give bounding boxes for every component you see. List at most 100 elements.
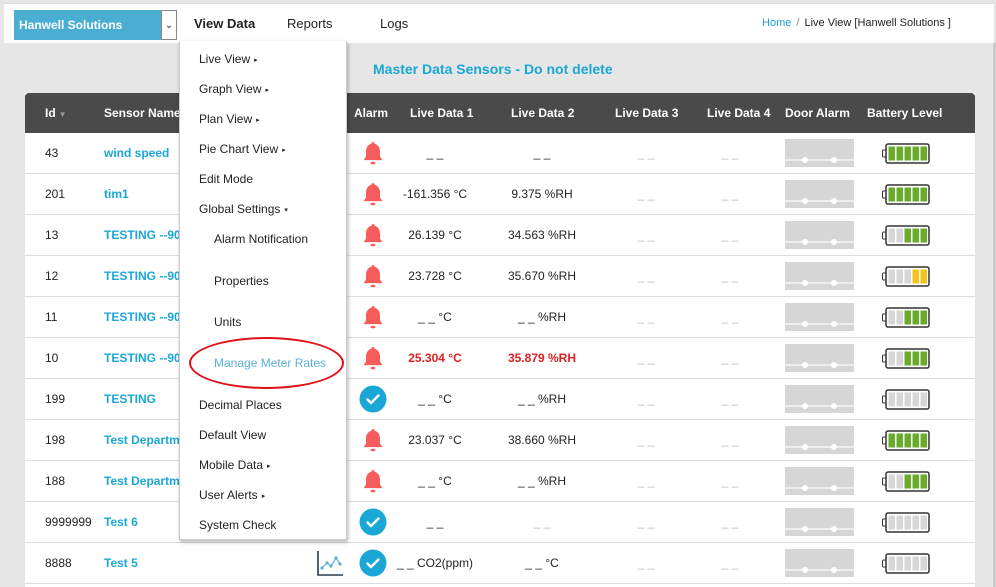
sensor-name-link[interactable]: TESTING --90 — [104, 269, 181, 283]
door-alarm-toggle[interactable] — [785, 344, 854, 372]
column-header-live-data-3[interactable]: Live Data 3 — [615, 106, 678, 120]
sensor-name-link[interactable]: Test 5 — [104, 556, 138, 570]
nav-logs[interactable]: Logs — [380, 16, 408, 31]
caret-right-icon: ▸ — [265, 86, 269, 94]
menu-item-alarm-notification[interactable]: Alarm Notification — [214, 232, 308, 246]
menu-item-user-alerts[interactable]: User Alerts ▸ — [199, 488, 265, 502]
door-alarm-toggle[interactable] — [785, 180, 854, 208]
breadcrumb-home[interactable]: Home — [762, 17, 791, 29]
table-row[interactable]: 43 wind speed _ _ _ _ _ _ _ _ — [25, 133, 975, 174]
sensor-name-link[interactable]: TESTING --90 — [104, 228, 181, 242]
door-alarm-toggle[interactable] — [785, 139, 854, 167]
column-header-live-data-1[interactable]: Live Data 1 — [410, 106, 473, 120]
menu-item-mobile-data[interactable]: Mobile Data ▸ — [199, 458, 271, 472]
table-row[interactable]: 188 Test Departm _ _ °C _ _ %RH _ _ _ _ — [25, 461, 975, 502]
table-row[interactable]: 9999999 Test 6 _ _ _ _ _ _ _ _ — [25, 502, 975, 543]
table-row[interactable]: 198 Test Departm 23.037 °C 38.660 %RH _ _ _ _ — [25, 420, 975, 461]
sensor-name-link[interactable]: TESTING — [104, 392, 156, 406]
door-alarm-toggle[interactable] — [785, 262, 854, 290]
battery-segment — [912, 474, 919, 489]
battery-icon — [882, 553, 930, 574]
sensor-id: 13 — [45, 228, 59, 242]
menu-item-label: Live View — [199, 52, 251, 66]
sensor-name-link[interactable]: Test 6 — [104, 515, 138, 529]
column-header-live-data-4[interactable]: Live Data 4 — [707, 106, 770, 120]
sensor-name-link[interactable]: TESTING --90 — [104, 310, 181, 324]
live-data-4: _ _ — [721, 146, 739, 160]
ok-check-icon[interactable] — [359, 508, 387, 536]
battery-segment — [920, 556, 927, 571]
sensor-name-link[interactable]: wind speed — [104, 146, 169, 160]
alarm-bell-icon[interactable] — [359, 262, 387, 290]
sensor-name-link[interactable]: Test Departm — [104, 433, 180, 447]
sensor-id: 199 — [45, 392, 66, 406]
live-data-2: 38.660 %RH — [507, 433, 577, 447]
door-alarm-toggle[interactable] — [785, 385, 854, 413]
door-alarm-toggle[interactable] — [785, 303, 854, 331]
door-alarm-toggle[interactable] — [785, 508, 854, 536]
menu-item-decimal-places[interactable]: Decimal Places — [199, 398, 282, 412]
live-data-4: _ _ — [721, 310, 739, 324]
menu-item-label: Alarm Notification — [214, 232, 309, 246]
door-alarm-toggle[interactable] — [785, 467, 854, 495]
door-alarm-toggle[interactable] — [785, 549, 854, 577]
graph-icon[interactable] — [315, 548, 345, 578]
table-row[interactable]: 12 TESTING --90 23.728 °C 35.670 %RH _ _ _ _ — [25, 256, 975, 297]
battery-segment — [904, 310, 911, 325]
menu-item-graph-view[interactable]: Graph View ▸ — [199, 82, 269, 96]
alarm-bell-icon[interactable] — [359, 344, 387, 372]
menu-item-pie-chart-view[interactable]: Pie Chart View ▸ — [199, 142, 286, 156]
battery-segment — [904, 351, 911, 366]
battery-segment — [888, 556, 895, 571]
menu-item-global-settings[interactable]: Global Settings ▾ — [199, 202, 288, 216]
sensor-name-link[interactable]: Test Departm — [104, 474, 180, 488]
menu-item-live-view[interactable]: Live View ▸ — [199, 52, 258, 66]
alarm-bell-icon[interactable] — [359, 221, 387, 249]
battery-segment — [888, 392, 895, 407]
battery-icon — [882, 389, 930, 410]
alarm-bell-icon[interactable] — [359, 303, 387, 331]
column-header-sensor-name[interactable]: Sensor Name — [104, 106, 181, 120]
alarm-bell-icon[interactable] — [359, 139, 387, 167]
table-header: Id ▼ Sensor Name Alarm Live Data 1 Live D… — [25, 93, 975, 133]
battery-segment — [920, 146, 927, 161]
sensor-name-link[interactable]: tim1 — [104, 187, 129, 201]
battery-segment — [920, 269, 927, 284]
chevron-down-icon[interactable]: ⌄ — [161, 10, 177, 40]
column-header-alarm[interactable]: Alarm — [354, 106, 388, 120]
alarm-bell-icon[interactable] — [359, 467, 387, 495]
menu-item-properties[interactable]: Properties — [214, 274, 269, 288]
caret-right-icon: ▸ — [267, 462, 271, 470]
table-row[interactable]: 201 tim1 -161.356 °C 9.375 %RH _ _ _ _ — [25, 174, 975, 215]
alarm-bell-icon[interactable] — [359, 426, 387, 454]
column-header-live-data-2[interactable]: Live Data 2 — [511, 106, 574, 120]
nav-view-data[interactable]: View Data — [194, 16, 255, 31]
table-row[interactable]: 8888 Test 5 _ _ CO2(ppm) _ _ °C _ _ _ _ — [25, 543, 975, 584]
column-header-id[interactable]: Id ▼ — [45, 106, 67, 120]
sensor-name-link[interactable]: TESTING --90 — [104, 351, 181, 365]
table-row[interactable]: 199 TESTING _ _ °C _ _ %RH _ _ _ _ — [25, 379, 975, 420]
battery-icon — [882, 307, 930, 328]
table-row[interactable]: 11 TESTING --90 _ _ °C _ _ %RH _ _ _ _ — [25, 297, 975, 338]
battery-segment — [896, 515, 903, 530]
battery-icon — [882, 348, 930, 369]
menu-item-default-view[interactable]: Default View — [199, 428, 266, 442]
nav-reports[interactable]: Reports — [287, 16, 333, 31]
table-row[interactable]: 10 TESTING --90 25.304 °C 35.879 %RH _ _ _ _ — [25, 338, 975, 379]
ok-check-icon[interactable] — [359, 385, 387, 413]
menu-item-edit-mode[interactable]: Edit Mode — [199, 172, 253, 186]
table-row[interactable]: 13 TESTING --90 26.139 °C 34.563 %RH _ _ _ _ — [25, 215, 975, 256]
ok-check-icon[interactable] — [359, 549, 387, 577]
alarm-bell-icon[interactable] — [359, 180, 387, 208]
column-header-battery-level[interactable]: Battery Level — [867, 106, 942, 120]
door-alarm-toggle[interactable] — [785, 221, 854, 249]
menu-item-units[interactable]: Units — [214, 315, 241, 329]
battery-segment — [896, 474, 903, 489]
menu-item-system-check[interactable]: System Check — [199, 518, 276, 532]
menu-item-plan-view[interactable]: Plan View ▸ — [199, 112, 260, 126]
live-data-4: _ _ — [721, 187, 739, 201]
door-alarm-toggle[interactable] — [785, 426, 854, 454]
battery-segment — [904, 392, 911, 407]
company-select[interactable]: Hanwell Solutions ⌄ — [14, 10, 177, 40]
column-header-door-alarm[interactable]: Door Alarm — [785, 106, 850, 120]
